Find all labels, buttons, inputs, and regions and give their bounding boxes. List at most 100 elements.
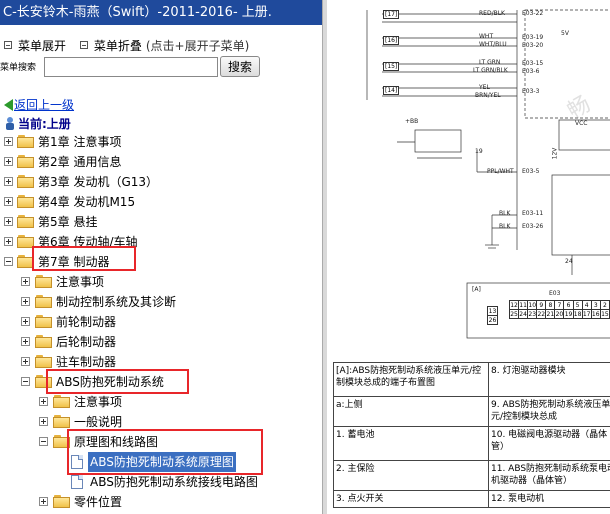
folder-icon [35,315,52,328]
legend-cell: 11. ABS防抱死制动系统泵电动机驱动器（晶体管） [488,460,610,491]
tree-item-abs-parts[interactable]: 零件位置 [0,492,322,512]
connector-pin: 8 [545,300,556,310]
expand-toggle-icon[interactable] [21,297,30,306]
pin-label: [15] [383,62,400,71]
fold-menu-link[interactable]: 菜单折叠 [94,39,142,53]
tree-item-ch5[interactable]: 第5章 悬挂 [0,212,322,232]
folder-icon [35,275,52,288]
search-bar: 菜单搜索 搜索 [0,56,260,77]
current-label: 当前:上册 [18,117,71,131]
signal-label: [A] [472,286,481,293]
signal-label: BLK [499,210,511,217]
menu-controls: 菜单展开 菜单折叠 (点击+展开子菜单) [4,37,249,54]
signal-label: E03-20 [522,42,544,49]
collapse-toggle-icon[interactable] [21,377,30,386]
folder-icon [17,215,34,228]
legend-cell: 1. 蓄电池 [333,426,489,461]
tree-label[interactable]: 后轮制动器 [56,332,116,352]
connector-pin: 6 [563,300,574,310]
expand-toggle-icon[interactable] [21,337,30,346]
tree-item-abs-notes[interactable]: 注意事项 [0,392,322,412]
signal-label: E03-11 [522,210,544,217]
tree-item-brake-control[interactable]: 制动控制系统及其诊断 [0,292,322,312]
window-title: C-长安铃木-雨燕（Swift）-2011-2016- 上册. [0,0,322,25]
signal-label: YEL [479,84,490,91]
tree-label[interactable]: 第3章 发动机（G13） [38,172,158,192]
collapse-toggle-icon[interactable] [4,257,13,266]
back-row[interactable]: 返回上一级 [4,96,74,113]
expand-toggle-icon[interactable] [39,397,48,406]
tree-item-ch3[interactable]: 第3章 发动机（G13） [0,172,322,192]
folder-icon [17,135,34,148]
tree-item-ch4[interactable]: 第4章 发动机M15 [0,192,322,212]
connector-pin: 5 [572,300,583,310]
connector-pin: 22 [536,309,547,319]
tree-label[interactable]: 第1章 注意事项 [38,132,121,152]
current-location: 当前:上册 [4,115,71,132]
tree-item-brake-notes[interactable]: 注意事项 [0,272,322,292]
legend-cell: 10. 电磁阀电源驱动器（晶体管） [488,426,610,461]
tree-item-rear-brake[interactable]: 后轮制动器 [0,332,322,352]
signal-label: E03-5 [522,168,540,175]
signal-label: E03 [549,290,561,297]
collapse-toggle-icon[interactable] [39,437,48,446]
tree-label[interactable]: ABS防抱死制动系统接线电路图 [90,472,258,492]
search-button[interactable]: 搜索 [220,56,260,77]
signal-label: E03-15 [522,60,544,67]
signal-label: E03-22 [522,10,544,17]
signal-label: 5V [561,30,569,37]
signal-label: RED/BLK [479,10,505,17]
tree-item-abs-wiring[interactable]: ABS防抱死制动系统接线电路图 [0,472,322,492]
tree-label[interactable]: 第2章 通用信息 [38,152,121,172]
tree-label[interactable]: 前轮制动器 [56,312,116,332]
expand-toggle-icon[interactable] [39,497,48,506]
folder-icon [35,295,52,308]
signal-label: E03-3 [522,88,540,95]
expand-toggle-icon[interactable] [4,137,13,146]
legend-cell: 2. 主保险 [333,460,489,491]
search-input[interactable] [44,56,218,77]
signal-label: 24 [565,258,573,265]
connector-pin: 24 [518,309,529,319]
connector-pin: 13 [487,306,498,316]
pin-label: [17] [383,10,400,19]
tree-label[interactable]: 注意事项 [56,272,104,292]
connector-pin: 25 [508,309,520,319]
folder-icon [17,175,34,188]
tree-label[interactable]: 注意事项 [74,392,122,412]
search-label: 菜单搜索 [0,63,37,73]
tree-item-ch2[interactable]: 第2章 通用信息 [0,152,322,172]
expand-toggle-icon[interactable] [4,177,13,186]
tree-label[interactable]: 零件位置 [74,492,122,512]
tree-label[interactable]: 制动控制系统及其诊断 [56,292,176,312]
connector-pin: 9 [536,300,547,310]
document-view: [17] [16] [15] [14] RED/BLK WHT WHT/BLU … [327,0,610,514]
back-link[interactable]: 返回上一级 [14,98,74,112]
expand-menu-link[interactable]: 菜单展开 [18,39,66,53]
expand-toggle-icon[interactable] [4,197,13,206]
expand-toggle-icon[interactable] [4,217,13,226]
expand-toggle-icon[interactable] [21,357,30,366]
folder-icon [17,155,34,168]
connector-pin: 2 [599,300,610,310]
tree-label[interactable]: 第4章 发动机M15 [38,192,135,212]
connector-pin: 18 [572,309,583,319]
tree-item-ch1[interactable]: 第1章 注意事项 [0,132,322,152]
connector-pin: 15 [599,309,610,319]
connector-pin: 16 [590,309,601,319]
connector-pin: 4 [581,300,592,310]
connector-pin: 23 [527,309,538,319]
connector-pin: 3 [590,300,601,310]
legend-cell: 9. ABS防抱死制动系统液压单元/控制模块总成 [488,396,610,427]
expand-toggle-icon[interactable] [39,417,48,426]
expand-toggle-icon[interactable] [4,237,13,246]
expand-toggle-icon[interactable] [21,277,30,286]
fold-icon [79,41,88,49]
expand-toggle-icon[interactable] [4,157,13,166]
legend-cell: 3. 点火开关 [333,490,489,508]
folder-icon [35,355,52,368]
connector-pin: 26 [487,315,498,325]
expand-toggle-icon[interactable] [21,317,30,326]
tree-label[interactable]: 第5章 悬挂 [38,212,97,232]
tree-item-front-brake[interactable]: 前轮制动器 [0,312,322,332]
